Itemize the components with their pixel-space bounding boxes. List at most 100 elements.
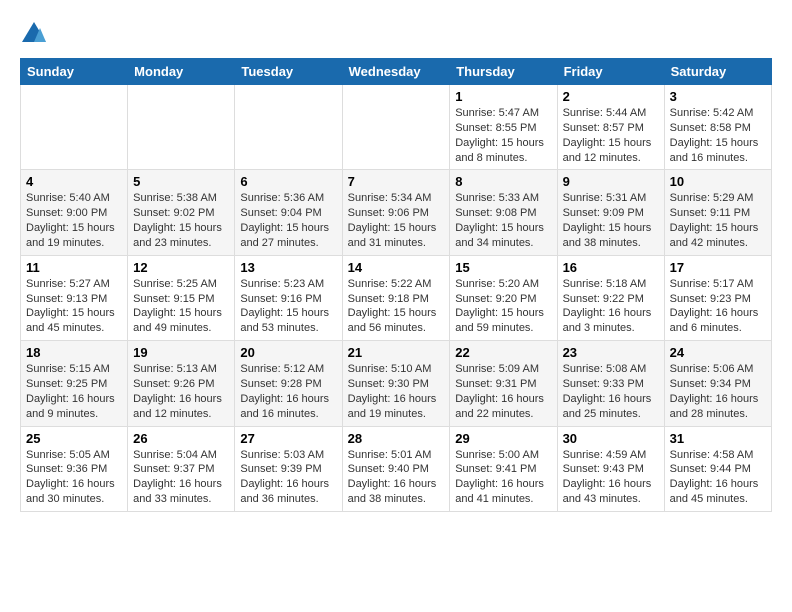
day-number: 25 (26, 431, 122, 446)
day-info: Sunrise: 5:25 AM Sunset: 9:15 PM Dayligh… (133, 277, 229, 336)
calendar-cell (342, 85, 450, 170)
calendar-cell: 17 Sunrise: 5:17 AM Sunset: 9:23 PM Dayli… (664, 255, 771, 340)
day-number: 28 (348, 431, 445, 446)
calendar-cell: 9 Sunrise: 5:31 AM Sunset: 9:09 PM Daylig… (557, 170, 664, 255)
day-number: 1 (455, 89, 551, 104)
day-number: 20 (240, 345, 336, 360)
calendar-cell: 25 Sunrise: 5:05 AM Sunset: 9:36 PM Dayli… (21, 426, 128, 511)
day-number: 14 (348, 260, 445, 275)
day-number: 22 (455, 345, 551, 360)
day-number: 9 (563, 174, 659, 189)
day-number: 12 (133, 260, 229, 275)
day-info: Sunrise: 5:09 AM Sunset: 9:31 PM Dayligh… (455, 362, 551, 421)
weekday-header-tuesday: Tuesday (235, 59, 342, 85)
day-info: Sunrise: 5:03 AM Sunset: 9:39 PM Dayligh… (240, 448, 336, 507)
week-row-4: 18 Sunrise: 5:15 AM Sunset: 9:25 PM Dayli… (21, 341, 772, 426)
calendar-cell: 4 Sunrise: 5:40 AM Sunset: 9:00 PM Daylig… (21, 170, 128, 255)
day-number: 11 (26, 260, 122, 275)
weekday-header-row: SundayMondayTuesdayWednesdayThursdayFrid… (21, 59, 772, 85)
calendar-cell: 29 Sunrise: 5:00 AM Sunset: 9:41 PM Dayli… (450, 426, 557, 511)
day-number: 2 (563, 89, 659, 104)
day-info: Sunrise: 5:42 AM Sunset: 8:58 PM Dayligh… (670, 106, 766, 165)
calendar-cell: 18 Sunrise: 5:15 AM Sunset: 9:25 PM Dayli… (21, 341, 128, 426)
calendar-cell: 24 Sunrise: 5:06 AM Sunset: 9:34 PM Dayli… (664, 341, 771, 426)
day-info: Sunrise: 5:17 AM Sunset: 9:23 PM Dayligh… (670, 277, 766, 336)
day-number: 23 (563, 345, 659, 360)
day-info: Sunrise: 5:06 AM Sunset: 9:34 PM Dayligh… (670, 362, 766, 421)
day-number: 4 (26, 174, 122, 189)
day-info: Sunrise: 5:13 AM Sunset: 9:26 PM Dayligh… (133, 362, 229, 421)
day-number: 30 (563, 431, 659, 446)
day-number: 8 (455, 174, 551, 189)
day-info: Sunrise: 5:40 AM Sunset: 9:00 PM Dayligh… (26, 191, 122, 250)
calendar-cell: 22 Sunrise: 5:09 AM Sunset: 9:31 PM Dayli… (450, 341, 557, 426)
day-info: Sunrise: 5:44 AM Sunset: 8:57 PM Dayligh… (563, 106, 659, 165)
day-info: Sunrise: 5:31 AM Sunset: 9:09 PM Dayligh… (563, 191, 659, 250)
day-info: Sunrise: 5:10 AM Sunset: 9:30 PM Dayligh… (348, 362, 445, 421)
calendar-cell: 16 Sunrise: 5:18 AM Sunset: 9:22 PM Dayli… (557, 255, 664, 340)
day-info: Sunrise: 5:33 AM Sunset: 9:08 PM Dayligh… (455, 191, 551, 250)
weekday-header-monday: Monday (128, 59, 235, 85)
day-info: Sunrise: 5:15 AM Sunset: 9:25 PM Dayligh… (26, 362, 122, 421)
day-number: 31 (670, 431, 766, 446)
weekday-header-friday: Friday (557, 59, 664, 85)
week-row-1: 1 Sunrise: 5:47 AM Sunset: 8:55 PM Daylig… (21, 85, 772, 170)
day-info: Sunrise: 5:22 AM Sunset: 9:18 PM Dayligh… (348, 277, 445, 336)
calendar-cell: 26 Sunrise: 5:04 AM Sunset: 9:37 PM Dayli… (128, 426, 235, 511)
calendar-cell: 28Sunrise: 5:01 AM Sunset: 9:40 PM Dayli… (342, 426, 450, 511)
day-number: 24 (670, 345, 766, 360)
calendar-cell: 1 Sunrise: 5:47 AM Sunset: 8:55 PM Daylig… (450, 85, 557, 170)
day-number: 16 (563, 260, 659, 275)
day-info: Sunrise: 5:20 AM Sunset: 9:20 PM Dayligh… (455, 277, 551, 336)
calendar-cell: 27 Sunrise: 5:03 AM Sunset: 9:39 PM Dayli… (235, 426, 342, 511)
day-info: Sunrise: 5:34 AM Sunset: 9:06 PM Dayligh… (348, 191, 445, 250)
day-number: 18 (26, 345, 122, 360)
calendar-cell: 5 Sunrise: 5:38 AM Sunset: 9:02 PM Daylig… (128, 170, 235, 255)
calendar-cell: 20 Sunrise: 5:12 AM Sunset: 9:28 PM Dayli… (235, 341, 342, 426)
day-number: 5 (133, 174, 229, 189)
day-number: 17 (670, 260, 766, 275)
page-header (20, 20, 772, 48)
calendar-cell: 6Sunrise: 5:36 AM Sunset: 9:04 PM Daylig… (235, 170, 342, 255)
calendar: SundayMondayTuesdayWednesdayThursdayFrid… (20, 58, 772, 512)
day-info: Sunrise: 5:05 AM Sunset: 9:36 PM Dayligh… (26, 448, 122, 507)
day-info: Sunrise: 4:58 AM Sunset: 9:44 PM Dayligh… (670, 448, 766, 507)
calendar-cell: 7 Sunrise: 5:34 AM Sunset: 9:06 PM Daylig… (342, 170, 450, 255)
day-info: Sunrise: 5:00 AM Sunset: 9:41 PM Dayligh… (455, 448, 551, 507)
calendar-cell: 14 Sunrise: 5:22 AM Sunset: 9:18 PM Dayli… (342, 255, 450, 340)
calendar-cell: 19 Sunrise: 5:13 AM Sunset: 9:26 PM Dayli… (128, 341, 235, 426)
calendar-cell: 23Sunrise: 5:08 AM Sunset: 9:33 PM Dayli… (557, 341, 664, 426)
day-info: Sunrise: 4:59 AM Sunset: 9:43 PM Dayligh… (563, 448, 659, 507)
logo-icon (20, 20, 48, 48)
day-info: Sunrise: 5:29 AM Sunset: 9:11 PM Dayligh… (670, 191, 766, 250)
day-info: Sunrise: 5:47 AM Sunset: 8:55 PM Dayligh… (455, 106, 551, 165)
weekday-header-sunday: Sunday (21, 59, 128, 85)
day-number: 7 (348, 174, 445, 189)
calendar-cell: 21 Sunrise: 5:10 AM Sunset: 9:30 PM Dayli… (342, 341, 450, 426)
day-info: Sunrise: 5:18 AM Sunset: 9:22 PM Dayligh… (563, 277, 659, 336)
calendar-cell (235, 85, 342, 170)
calendar-cell (21, 85, 128, 170)
day-number: 19 (133, 345, 229, 360)
calendar-cell (128, 85, 235, 170)
day-info: Sunrise: 5:38 AM Sunset: 9:02 PM Dayligh… (133, 191, 229, 250)
day-info: Sunrise: 5:12 AM Sunset: 9:28 PM Dayligh… (240, 362, 336, 421)
day-number: 26 (133, 431, 229, 446)
day-info: Sunrise: 5:04 AM Sunset: 9:37 PM Dayligh… (133, 448, 229, 507)
day-info: Sunrise: 5:36 AM Sunset: 9:04 PM Dayligh… (240, 191, 336, 250)
day-number: 10 (670, 174, 766, 189)
day-number: 21 (348, 345, 445, 360)
day-info: Sunrise: 5:23 AM Sunset: 9:16 PM Dayligh… (240, 277, 336, 336)
calendar-cell: 2 Sunrise: 5:44 AM Sunset: 8:57 PM Daylig… (557, 85, 664, 170)
calendar-cell: 3Sunrise: 5:42 AM Sunset: 8:58 PM Daylig… (664, 85, 771, 170)
calendar-cell: 13Sunrise: 5:23 AM Sunset: 9:16 PM Dayli… (235, 255, 342, 340)
day-info: Sunrise: 5:27 AM Sunset: 9:13 PM Dayligh… (26, 277, 122, 336)
logo (20, 20, 52, 48)
calendar-cell: 10 Sunrise: 5:29 AM Sunset: 9:11 PM Dayli… (664, 170, 771, 255)
day-number: 29 (455, 431, 551, 446)
calendar-cell: 30 Sunrise: 4:59 AM Sunset: 9:43 PM Dayli… (557, 426, 664, 511)
calendar-cell: 11 Sunrise: 5:27 AM Sunset: 9:13 PM Dayli… (21, 255, 128, 340)
day-number: 27 (240, 431, 336, 446)
week-row-3: 11 Sunrise: 5:27 AM Sunset: 9:13 PM Dayli… (21, 255, 772, 340)
calendar-cell: 15Sunrise: 5:20 AM Sunset: 9:20 PM Dayli… (450, 255, 557, 340)
